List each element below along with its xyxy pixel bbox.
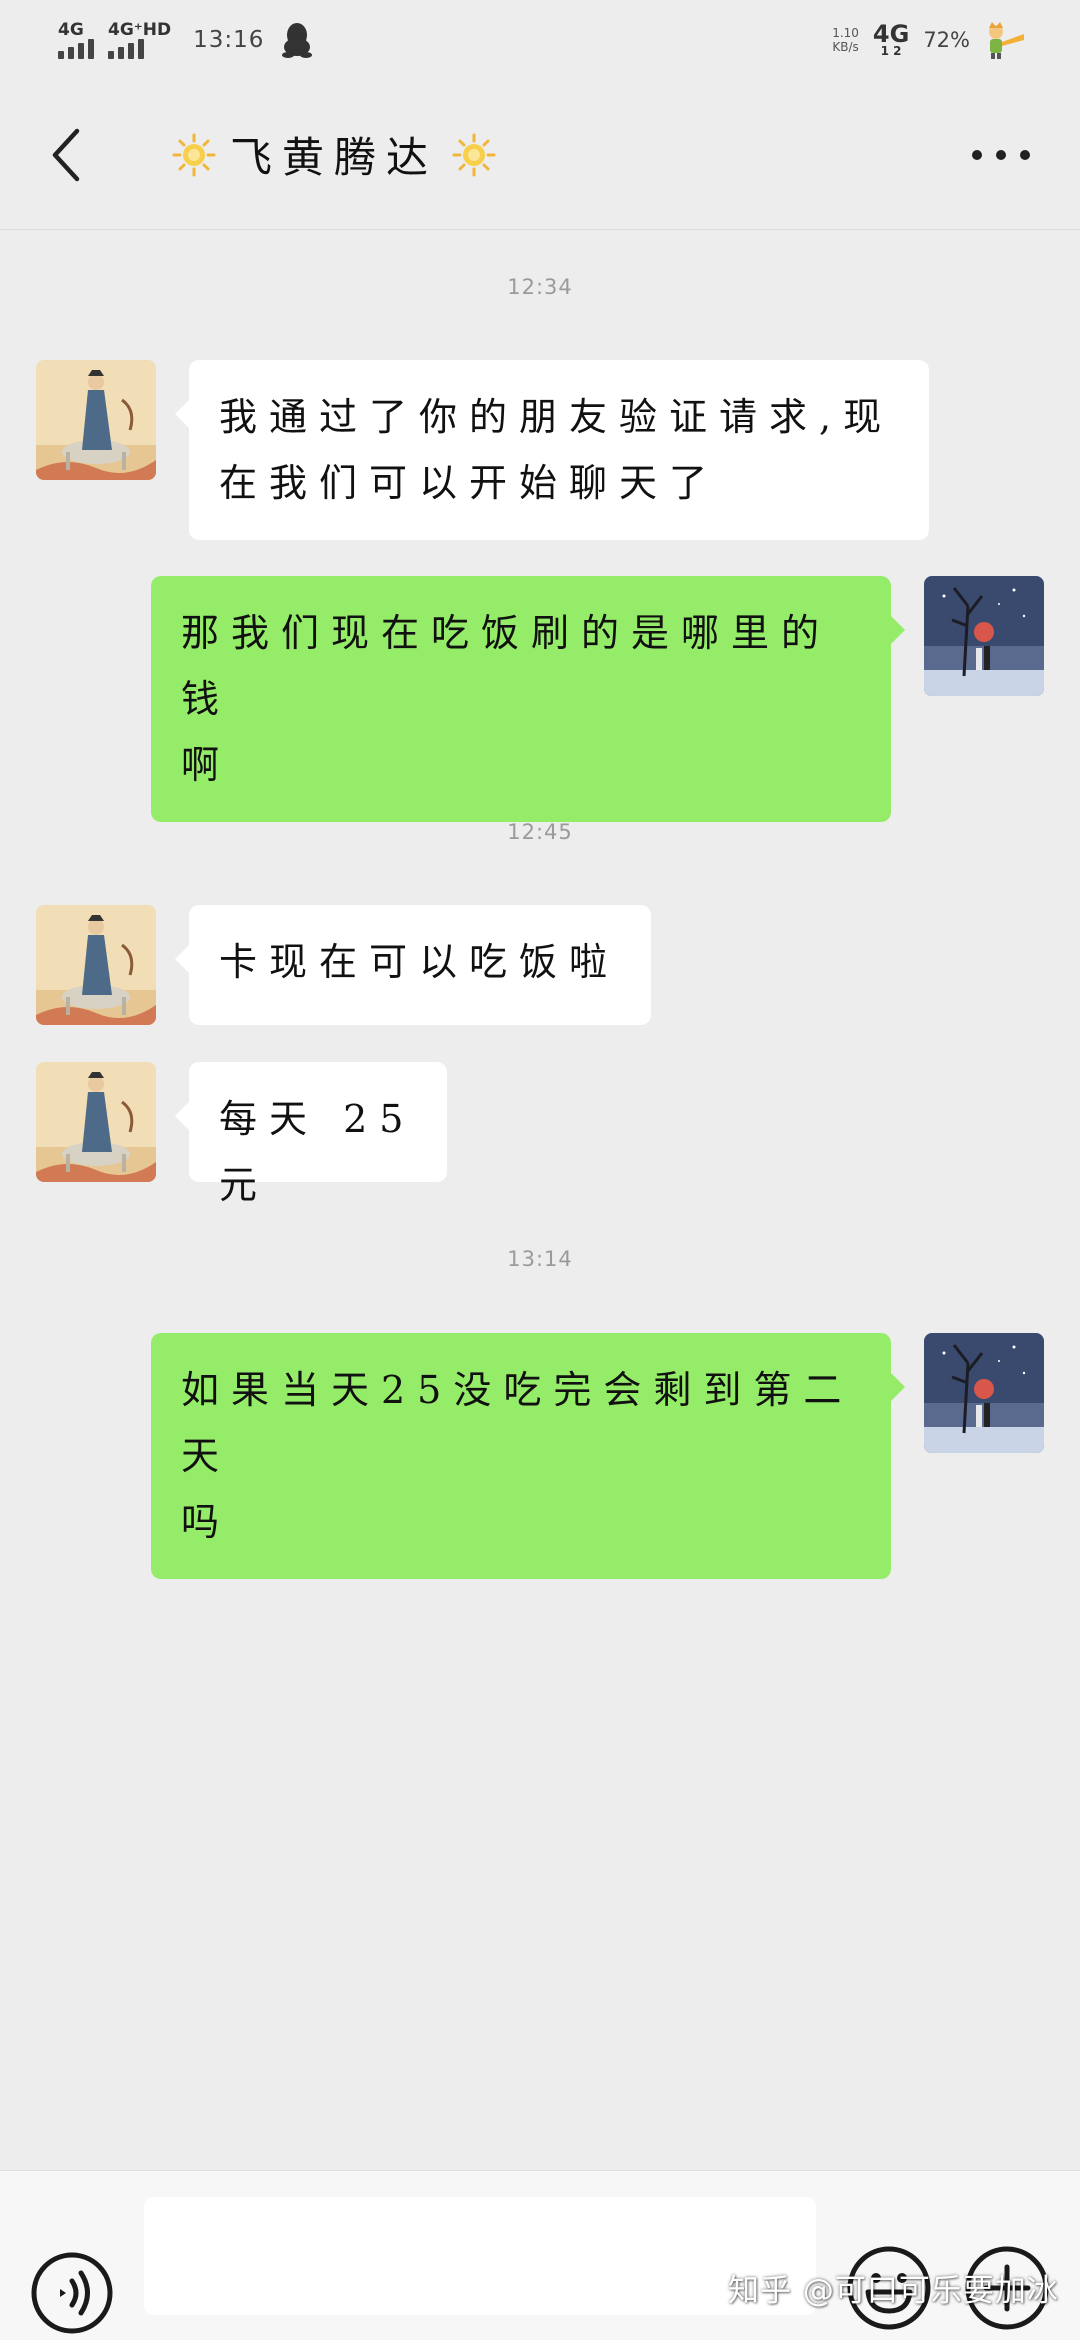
input-bar bbox=[0, 2170, 1080, 2340]
message-line: 啊 bbox=[181, 743, 232, 787]
message-line: 如果当天25没吃完会剩到第二天 bbox=[181, 1368, 854, 1478]
network-speed: 1.10 KB/s bbox=[832, 26, 859, 54]
sim2-label: 4G⁺HD bbox=[108, 20, 172, 40]
my-avatar[interactable] bbox=[924, 1333, 1044, 1453]
status-right: 1.10 KB/s 4G 1 2 72% bbox=[832, 20, 1026, 60]
message-input[interactable] bbox=[144, 2197, 816, 2315]
chat-header: 飞黄腾达 bbox=[0, 80, 1080, 230]
qq-penguin-icon bbox=[282, 23, 313, 58]
network-label: 4G bbox=[872, 20, 910, 48]
contact-avatar[interactable] bbox=[36, 905, 156, 1025]
message-line: 吗 bbox=[181, 1500, 232, 1544]
signal-bars-icon bbox=[58, 39, 94, 59]
scholar-painting-avatar-icon bbox=[36, 1062, 156, 1182]
message-line: 在我们可以开始聊天了 bbox=[219, 461, 720, 505]
incoming-message-bubble[interactable]: 我通过了你的朋友验证请求,现 在我们可以开始聊天了 bbox=[175, 360, 929, 540]
my-avatar[interactable] bbox=[924, 576, 1044, 696]
battery-percent: 72% bbox=[923, 28, 970, 52]
status-bar: 4G 4G⁺HD 13:16 1.10 KB/s 4G 1 2 72% bbox=[0, 0, 1080, 80]
chat-message-list[interactable]: 12:34 我通过了你的朋友验证请求,现 在我们可以开始聊天了 那我们现在吃饭刷… bbox=[0, 231, 1080, 2171]
message-line: 卡现在可以吃饭啦 bbox=[219, 940, 620, 984]
network-sub: 1 2 bbox=[880, 44, 902, 58]
outgoing-message-bubble[interactable]: 如果当天25没吃完会剩到第二天 吗 bbox=[151, 1333, 905, 1579]
status-time: 13:16 bbox=[193, 27, 265, 53]
contact-avatar[interactable] bbox=[36, 1062, 156, 1182]
scholar-painting-avatar-icon bbox=[36, 360, 156, 480]
night-scene-avatar-icon bbox=[924, 1333, 1044, 1453]
sim1-signal: 4G bbox=[58, 21, 94, 59]
outgoing-message-bubble[interactable]: 那我们现在吃饭刷的是哪里的钱 啊 bbox=[151, 576, 905, 822]
speed-unit: KB/s bbox=[832, 40, 859, 54]
more-dots-icon bbox=[996, 150, 1006, 160]
chevron-left-icon bbox=[52, 128, 80, 181]
night-scene-avatar-icon bbox=[924, 576, 1044, 696]
message-line: 那我们现在吃饭刷的是哪里的钱 bbox=[181, 611, 832, 721]
more-dots-icon bbox=[972, 150, 982, 160]
speed-value: 1.10 bbox=[832, 26, 859, 40]
more-dots-icon bbox=[1020, 150, 1030, 160]
little-prince-battery-icon bbox=[989, 22, 1024, 59]
message-timestamp: 12:34 bbox=[507, 275, 573, 299]
scholar-painting-avatar-icon bbox=[36, 905, 156, 1025]
chat-title: 飞黄腾达 bbox=[158, 124, 510, 185]
message-line: 我通过了你的朋友验证请求,现 bbox=[219, 395, 894, 439]
status-left: 4G 4G⁺HD 13:16 bbox=[58, 21, 313, 59]
incoming-message-bubble[interactable]: 每天 25 元 bbox=[175, 1062, 447, 1207]
chat-title-text: 飞黄腾达 bbox=[230, 133, 439, 182]
signal-bars-icon bbox=[108, 39, 144, 59]
voice-icon[interactable] bbox=[30, 2251, 114, 2335]
sim1-label: 4G bbox=[58, 20, 84, 40]
sim2-signal: 4G⁺HD bbox=[108, 21, 171, 59]
sun-emoji-icon bbox=[172, 133, 216, 176]
incoming-message-bubble[interactable]: 卡现在可以吃饭啦 bbox=[175, 905, 651, 1025]
message-line: 每天 25 元 bbox=[219, 1097, 416, 1207]
sun-emoji-icon bbox=[452, 133, 496, 176]
zhihu-watermark: 知乎 @可口可乐要加冰 bbox=[728, 2273, 1059, 2309]
back-button[interactable] bbox=[36, 125, 96, 185]
message-timestamp: 12:45 bbox=[507, 820, 573, 844]
network-type: 4G 1 2 bbox=[872, 20, 910, 58]
more-options-button[interactable] bbox=[966, 130, 1036, 180]
message-timestamp: 13:14 bbox=[507, 1247, 573, 1271]
contact-avatar[interactable] bbox=[36, 360, 156, 480]
